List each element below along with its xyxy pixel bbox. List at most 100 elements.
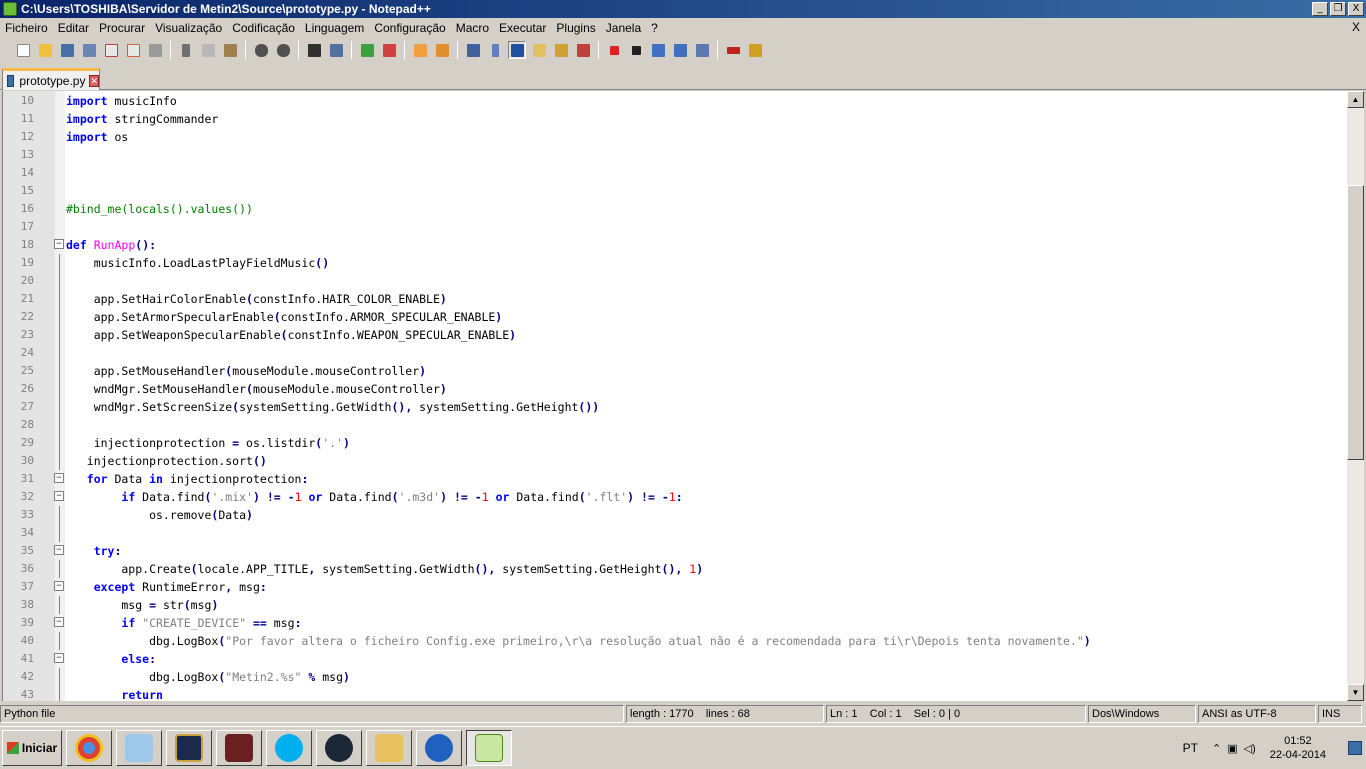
volume-icon[interactable]: ◁) [1244,742,1256,755]
hotspot-shield-icon[interactable] [416,729,462,766]
steam-icon[interactable] [316,729,362,766]
menu-plugins[interactable]: Plugins [551,21,600,35]
show-all-chars-icon[interactable] [486,41,504,59]
code-line[interactable]: 20 [3,272,1347,290]
code-line[interactable]: 25 app.SetMouseHandler(mouseModule.mouse… [3,362,1347,380]
tab-prototype-py[interactable]: prototype.py ✕ [2,68,100,90]
plugin-icon[interactable] [746,41,764,59]
zoom-in-icon[interactable] [358,41,376,59]
code-line[interactable]: 21 app.SetHairColorEnable(constInfo.HAIR… [3,290,1347,308]
code-line[interactable]: 35 − try: [3,542,1347,560]
explorer-icon[interactable] [366,729,412,766]
open-file-icon[interactable] [36,41,54,59]
notepadpp-icon[interactable] [466,729,512,766]
menu-procurar[interactable]: Procurar [94,21,150,35]
code-line[interactable]: 12 import os [3,128,1347,146]
close-icon[interactable] [102,41,120,59]
scroll-thumb[interactable] [1347,185,1364,460]
code-line[interactable]: 42 dbg.LogBox("Metin2.%s" % msg) [3,668,1347,686]
fold-toggle-icon[interactable]: − [54,581,64,591]
menu-editar[interactable]: Editar [53,21,94,35]
replace-icon[interactable] [327,41,345,59]
cut-icon[interactable] [177,41,195,59]
close-all-icon[interactable] [124,41,142,59]
fold-toggle-icon[interactable]: − [54,491,64,501]
fold-toggle-icon[interactable]: − [54,617,64,627]
maximize-button[interactable]: ❐ [1330,2,1346,16]
chrome-icon[interactable] [66,729,112,766]
show-hidden-icons-icon[interactable]: ⌃ [1212,742,1221,755]
code-line[interactable]: 30 injectionprotection.sort() [3,452,1347,470]
scroll-up-button[interactable]: ▲ [1347,91,1364,108]
code-line[interactable]: 15 [3,182,1347,200]
fold-toggle-icon[interactable]: − [54,473,64,483]
metin2-icon[interactable] [216,729,262,766]
menu-configuracao[interactable]: Configuração [369,21,450,35]
menu-ficheiro[interactable]: Ficheiro [0,21,53,35]
close-button[interactable]: X [1348,2,1364,16]
code-line[interactable]: 39 − if "CREATE_DEVICE" == msg: [3,614,1347,632]
close-document-button[interactable]: X [1352,20,1360,34]
scroll-down-button[interactable]: ▼ [1347,684,1364,701]
code-editor[interactable]: 10 import musicInfo 11 import stringCommand… [2,91,1347,701]
menu-visualizacao[interactable]: Visualização [150,21,227,35]
menu-executar[interactable]: Executar [494,21,551,35]
word-wrap-icon[interactable] [464,41,482,59]
paste-icon[interactable] [221,41,239,59]
language-indicator[interactable]: PT [1183,741,1198,755]
code-line[interactable]: 10 import musicInfo [3,92,1347,110]
code-line[interactable]: 27 wndMgr.SetScreenSize(systemSetting.Ge… [3,398,1347,416]
code-line[interactable]: 36 app.Create(locale.APP_TITLE, systemSe… [3,560,1347,578]
start-button[interactable]: Iniciar [2,729,62,766]
run-macro-multiple-icon[interactable] [671,41,689,59]
code-line[interactable]: 40 dbg.LogBox("Por favor altera o fichei… [3,632,1347,650]
find-icon[interactable] [305,41,323,59]
code-line[interactable]: 28 [3,416,1347,434]
network-icon[interactable]: ▣ [1227,742,1237,755]
save-all-icon[interactable] [80,41,98,59]
league-of-legends-icon[interactable] [166,729,212,766]
action-center-icon[interactable] [1348,741,1362,755]
code-line[interactable]: 14 [3,164,1347,182]
copy-icon[interactable] [199,41,217,59]
record-macro-icon[interactable] [605,41,623,59]
play-macro-icon[interactable] [649,41,667,59]
code-line[interactable]: 18 − def RunApp(): [3,236,1347,254]
code-line[interactable]: 22 app.SetArmorSpecularEnable(constInfo.… [3,308,1347,326]
code-line[interactable]: 38 msg = str(msg) [3,596,1347,614]
code-line[interactable]: 26 wndMgr.SetMouseHandler(mouseModule.mo… [3,380,1347,398]
code-line[interactable]: 34 [3,524,1347,542]
vertical-scrollbar[interactable]: ▲ ▼ [1347,91,1364,701]
minimize-button[interactable]: _ [1312,2,1328,16]
function-list-icon[interactable] [574,41,592,59]
code-line[interactable]: 41 − else: [3,650,1347,668]
skype-icon[interactable] [266,729,312,766]
user-language-icon[interactable] [530,41,548,59]
zoom-out-icon[interactable] [380,41,398,59]
code-line[interactable]: 24 [3,344,1347,362]
tab-close-icon[interactable]: ✕ [89,74,99,87]
save-icon[interactable] [58,41,76,59]
code-line[interactable]: 33 os.remove(Data) [3,506,1347,524]
doc-map-icon[interactable] [552,41,570,59]
notepad-icon[interactable] [116,729,162,766]
new-file-icon[interactable] [14,41,32,59]
menu-help[interactable]: ? [646,21,663,35]
code-line[interactable]: 31 − for Data in injectionprotection: [3,470,1347,488]
undo-icon[interactable] [252,41,270,59]
spellcheck-icon[interactable] [724,41,742,59]
fold-toggle-icon[interactable]: − [54,239,64,249]
fold-toggle-icon[interactable]: − [54,653,64,663]
fold-toggle-icon[interactable]: − [54,545,64,555]
save-macro-icon[interactable] [693,41,711,59]
indent-guide-icon[interactable] [508,41,526,59]
menu-linguagem[interactable]: Linguagem [300,21,369,35]
sync-vertical-icon[interactable] [411,41,429,59]
clock[interactable]: 01:52 22-04-2014 [1270,734,1326,762]
code-line[interactable]: 17 [3,218,1347,236]
redo-icon[interactable] [274,41,292,59]
code-line[interactable]: 43 return [3,686,1347,701]
menu-janela[interactable]: Janela [601,21,646,35]
code-line[interactable]: 29 injectionprotection = os.listdir('.') [3,434,1347,452]
menu-macro[interactable]: Macro [451,21,494,35]
